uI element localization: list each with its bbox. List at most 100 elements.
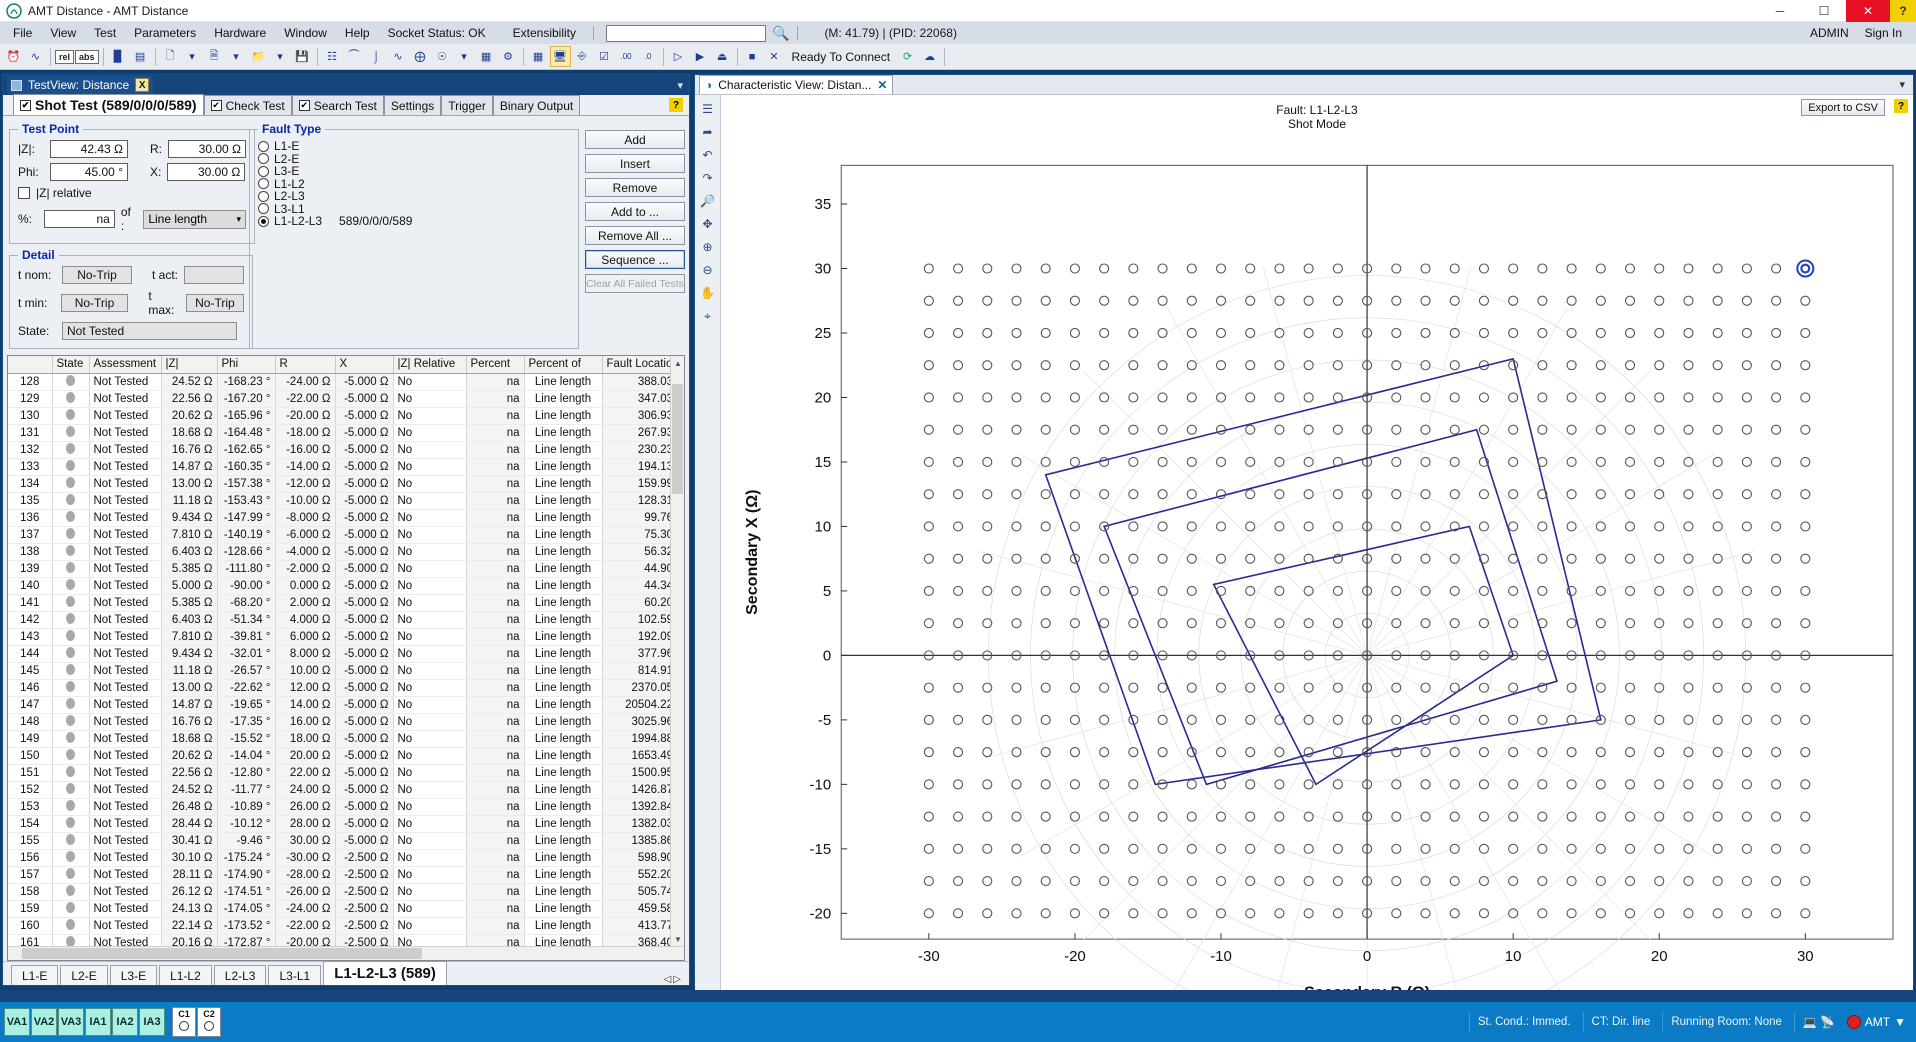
- bottom-tab-l1-e[interactable]: L1-E: [11, 965, 59, 985]
- play-all-button[interactable]: ▶: [690, 46, 711, 67]
- crosshair-icon[interactable]: ⌖: [698, 306, 718, 326]
- table-row[interactable]: 159 Not Tested 24.13 Ω -174.05 ° -24.00 Ω -2.…: [8, 900, 684, 918]
- radio-l2-l3[interactable]: [258, 190, 269, 202]
- channel-va3[interactable]: VA3: [58, 1008, 84, 1036]
- bottom-tab-l3-l1[interactable]: L3-L1: [268, 965, 322, 985]
- channel-va1[interactable]: VA1: [4, 1008, 30, 1036]
- table-row[interactable]: 131 Not Tested 18.68 Ω -164.48 ° -18.00 Ω -5.…: [8, 424, 684, 442]
- chevron-down-icon-4[interactable]: ▾: [454, 46, 475, 67]
- zoom-reset-icon[interactable]: ⊖: [698, 260, 718, 280]
- radio-l1-e[interactable]: [258, 140, 269, 152]
- table-row[interactable]: 147 Not Tested 14.87 Ω -19.65 ° 14.00 Ω -5.00…: [8, 696, 684, 714]
- horizontal-scroll-thumb[interactable]: [22, 948, 422, 959]
- new-file-icon[interactable]: 🗋: [160, 46, 181, 67]
- shot-test-checkbox[interactable]: ✔: [20, 99, 31, 111]
- redo-icon[interactable]: ↷: [698, 168, 718, 188]
- checked-doc-icon[interactable]: ☑: [594, 46, 615, 67]
- table-row[interactable]: 139 Not Tested 5.385 Ω -111.80 ° -2.000 Ω -5.…: [8, 560, 684, 578]
- table-row[interactable]: 161 Not Tested 20.16 Ω -172.87 ° -20.00 Ω -2.…: [8, 934, 684, 946]
- table-row[interactable]: 146 Not Tested 13.00 Ω -22.62 ° 12.00 Ω -5.00…: [8, 679, 684, 697]
- harmonics-icon[interactable]: ∿: [388, 46, 409, 67]
- fault-option-l1l2[interactable]: L1-L2: [258, 177, 570, 191]
- radio-l1-l2[interactable]: [258, 178, 269, 190]
- col-z[interactable]: |Z|: [161, 356, 218, 374]
- percent-of-select[interactable]: Line length ▾: [143, 209, 246, 229]
- table-row[interactable]: 142 Not Tested 6.403 Ω -51.34 ° 4.000 Ω -5.00…: [8, 611, 684, 629]
- play-button[interactable]: ▷: [668, 46, 689, 67]
- fault-option-l1l2l3[interactable]: L1-L2-L3 589/0/0/0/589: [258, 214, 570, 228]
- col-index[interactable]: [8, 356, 53, 374]
- table-row[interactable]: 153 Not Tested 26.48 Ω -10.89 ° 26.00 Ω -5.00…: [8, 798, 684, 816]
- abs-button[interactable]: abs: [75, 49, 99, 64]
- scroll-down-arrow[interactable]: ▼: [671, 932, 684, 946]
- network-icon[interactable]: ☁: [919, 46, 940, 67]
- channel-ia1[interactable]: IA1: [85, 1008, 111, 1036]
- menu-parameters[interactable]: Parameters: [125, 24, 205, 42]
- plot-canvas[interactable]: Export to CSV ? Fault: L1-L2-L3 Shot Mod…: [721, 95, 1913, 1042]
- table-row[interactable]: 135 Not Tested 11.18 Ω -153.43 ° -10.00 Ω -5.…: [8, 492, 684, 510]
- col-r[interactable]: R: [275, 356, 336, 374]
- diff-icon[interactable]: ⨁: [410, 46, 431, 67]
- help-button[interactable]: ?: [1890, 0, 1916, 22]
- minimize-button[interactable]: ─: [1758, 0, 1802, 22]
- keyboard-icon[interactable]: ⎆: [572, 46, 593, 67]
- remove-button[interactable]: Remove: [585, 178, 685, 197]
- chevron-down-icon-tabbar[interactable]: ▾: [677, 79, 689, 92]
- radio-l3-l1[interactable]: [258, 203, 269, 215]
- bar-chart-icon[interactable]: ▉: [108, 46, 129, 67]
- phi-field[interactable]: 45.00 °: [50, 163, 128, 181]
- table-scroll-region[interactable]: State Assessment |Z| Phi R X |Z| Relativ…: [8, 356, 684, 946]
- close-button[interactable]: ✕: [1846, 0, 1890, 22]
- col-assessment[interactable]: Assessment: [89, 356, 162, 374]
- col-phi[interactable]: Phi: [217, 356, 276, 374]
- bottom-tab-l2-e[interactable]: L2-E: [60, 965, 108, 985]
- x-field[interactable]: 30.00 Ω: [167, 163, 246, 181]
- sequence-button[interactable]: Sequence ...: [585, 250, 685, 269]
- waveform-icon[interactable]: ∿: [25, 46, 46, 67]
- table-row[interactable]: 129 Not Tested 22.56 Ω -167.20 ° -22.00 Ω -5.…: [8, 390, 684, 408]
- monitor-icon[interactable]: 🖥: [549, 46, 571, 67]
- pan-move-icon[interactable]: ✥: [698, 214, 718, 234]
- tab-shot-test[interactable]: ✔ Shot Test (589/0/0/0/589): [13, 94, 204, 115]
- fault-option-l3e[interactable]: L3-E: [258, 164, 570, 178]
- save-icon[interactable]: 💾: [292, 46, 313, 67]
- table-row[interactable]: 128 Not Tested 24.52 Ω -168.23 ° -24.00 Ω -5.…: [8, 373, 684, 391]
- new-from-template-icon[interactable]: 🗎: [204, 46, 225, 67]
- decimal-decrease-icon[interactable]: .0: [638, 46, 659, 67]
- menu-hardware[interactable]: Hardware: [205, 24, 275, 42]
- close-icon-chart[interactable]: ✕: [877, 78, 887, 92]
- abort-button[interactable]: ✕: [764, 46, 785, 67]
- table-row[interactable]: 155 Not Tested 30.41 Ω -9.46 ° 30.00 Ω -5.000…: [8, 832, 684, 850]
- table-row[interactable]: 130 Not Tested 20.62 Ω -165.96 ° -20.00 Ω -5.…: [8, 407, 684, 425]
- radio-l3-e[interactable]: [258, 165, 269, 177]
- vertical-scroll-thumb[interactable]: [672, 384, 683, 494]
- table-horizontal-scrollbar[interactable]: [8, 946, 684, 960]
- radio-l1-l2-l3[interactable]: [258, 215, 269, 227]
- characteristic-tab[interactable]: ◑ Characteristic View: Distan... ✕: [699, 75, 894, 94]
- fault-option-l2e[interactable]: L2-E: [258, 152, 570, 166]
- undo-icon[interactable]: ↶: [698, 145, 718, 165]
- z-field[interactable]: 42.43 Ω: [50, 140, 128, 158]
- phasor-icon[interactable]: ☉: [432, 46, 453, 67]
- table-row[interactable]: 150 Not Tested 20.62 Ω -14.04 ° 20.00 Ω -5.00…: [8, 747, 684, 765]
- decimal-increase-icon[interactable]: .00: [616, 46, 637, 67]
- table-row[interactable]: 137 Not Tested 7.810 Ω -140.19 ° -6.000 Ω -5.…: [8, 526, 684, 544]
- bottom-tab-l1-l2-l3[interactable]: L1-L2-L3 (589): [323, 961, 447, 985]
- col-percent[interactable]: Percent: [466, 356, 525, 374]
- table-row[interactable]: 158 Not Tested 26.12 Ω -174.51 ° -26.00 Ω -2.…: [8, 883, 684, 901]
- table-row[interactable]: 144 Not Tested 9.434 Ω -32.01 ° 8.000 Ω -5.00…: [8, 645, 684, 663]
- report-icon[interactable]: ☷: [322, 46, 343, 67]
- tab-trigger[interactable]: Trigger: [441, 95, 493, 115]
- panel-help-button[interactable]: ?: [669, 98, 683, 112]
- menu-file[interactable]: File: [4, 24, 41, 42]
- insert-button[interactable]: Insert: [585, 154, 685, 173]
- cursor-arrow-icon[interactable]: ➦: [698, 122, 718, 142]
- testview-tab[interactable]: TestView: Distance X: [7, 76, 154, 94]
- amt-device-indicator[interactable]: AMT ▼: [1846, 1015, 1906, 1029]
- zoom-in-icon[interactable]: ⊕: [698, 237, 718, 257]
- chevron-down-icon-3[interactable]: ▾: [270, 46, 291, 67]
- open-folder-icon[interactable]: 📁: [248, 46, 269, 67]
- tab-search-test[interactable]: ✔ Search Test: [291, 95, 384, 115]
- table-row[interactable]: 145 Not Tested 11.18 Ω -26.57 ° 10.00 Ω -5.00…: [8, 662, 684, 680]
- meter-icon[interactable]: ▤: [130, 46, 151, 67]
